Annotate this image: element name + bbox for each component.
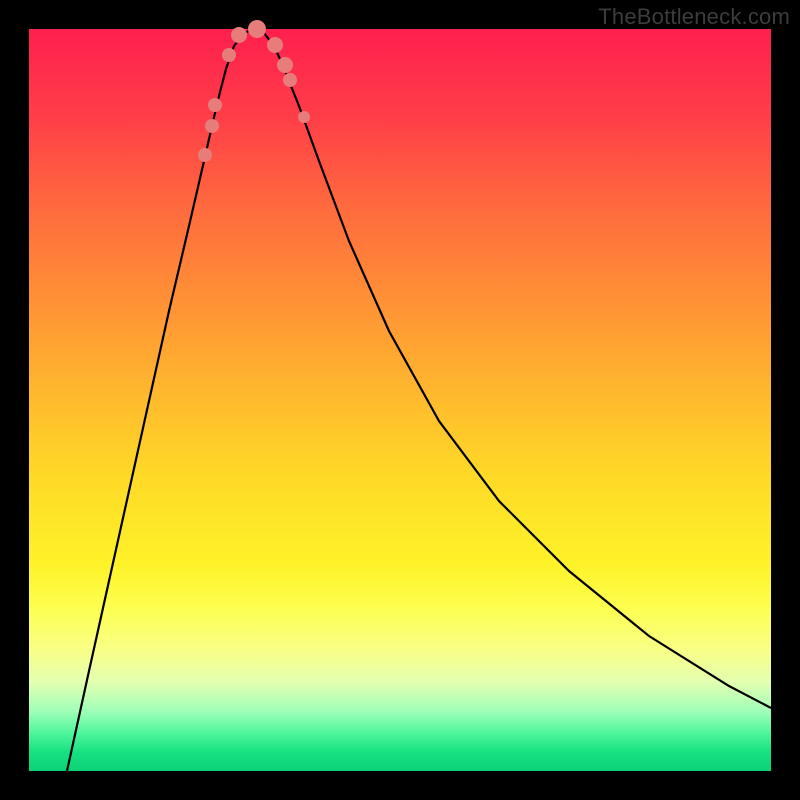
data-point [208,98,222,112]
data-point [222,48,236,62]
plot-area [29,29,771,771]
data-point [248,20,266,38]
outer-frame: TheBottleneck.com [0,0,800,800]
data-point [277,57,293,73]
data-point [283,73,297,87]
data-point [198,148,212,162]
data-point [298,111,310,123]
bottleneck-curve [67,29,771,771]
data-point [205,119,219,133]
chart-svg [29,29,771,771]
watermark-text: TheBottleneck.com [598,4,790,30]
data-point [231,27,247,43]
data-point [267,37,283,53]
